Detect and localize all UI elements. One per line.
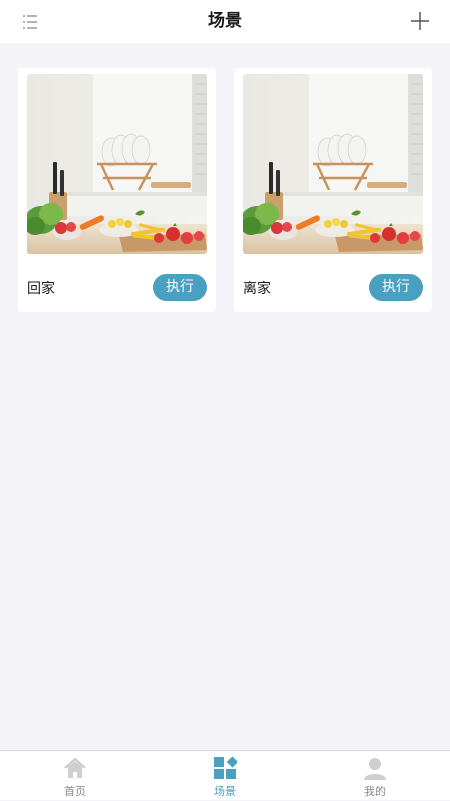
- kitchen-vegetables-photo: [27, 74, 207, 254]
- scene-card[interactable]: 回家 执行: [18, 68, 216, 312]
- execute-button[interactable]: 执行: [153, 274, 207, 301]
- tab-scene[interactable]: 场景: [150, 751, 300, 801]
- scene-name: 离家: [243, 281, 271, 297]
- scene-name: 回家: [27, 281, 55, 297]
- scene-grid-icon: [214, 756, 237, 779]
- tab-profile-label: 我的: [364, 785, 386, 798]
- scene-card[interactable]: 离家 执行: [234, 68, 432, 312]
- page-title: 场景: [208, 11, 242, 31]
- plus-icon[interactable]: [408, 9, 432, 33]
- user-icon: [364, 758, 386, 780]
- home-icon: [64, 757, 86, 778]
- top-navigation-bar: 场景: [0, 0, 450, 43]
- bottom-tab-bar: 首页 场景 我的: [0, 750, 450, 800]
- tab-home-label: 首页: [64, 785, 86, 798]
- kitchen-vegetables-photo: [243, 74, 423, 254]
- tab-profile[interactable]: 我的: [300, 751, 450, 801]
- execute-button[interactable]: 执行: [369, 274, 423, 301]
- tab-scene-label: 场景: [214, 785, 236, 798]
- tab-home[interactable]: 首页: [0, 751, 150, 801]
